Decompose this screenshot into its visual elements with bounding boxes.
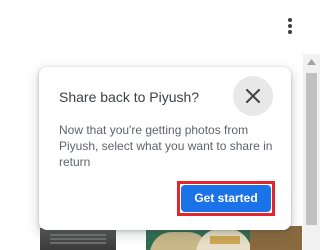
dialog-title: Share back to Piyush?	[59, 89, 200, 105]
close-icon	[246, 89, 260, 103]
dialog-message: Now that you're getting photos from Piyu…	[59, 123, 273, 169]
photo-thumbnail[interactable]	[40, 228, 116, 250]
share-back-dialog: Share back to Piyush? Now that you're ge…	[39, 67, 291, 230]
scrollbar-thumb[interactable]	[306, 73, 317, 225]
scrollbar[interactable]	[303, 54, 320, 250]
close-button[interactable]	[233, 76, 273, 116]
get-started-button[interactable]: Get started	[181, 185, 271, 212]
more-options-icon[interactable]	[285, 18, 295, 38]
scroll-up-arrow-icon[interactable]	[303, 54, 320, 71]
